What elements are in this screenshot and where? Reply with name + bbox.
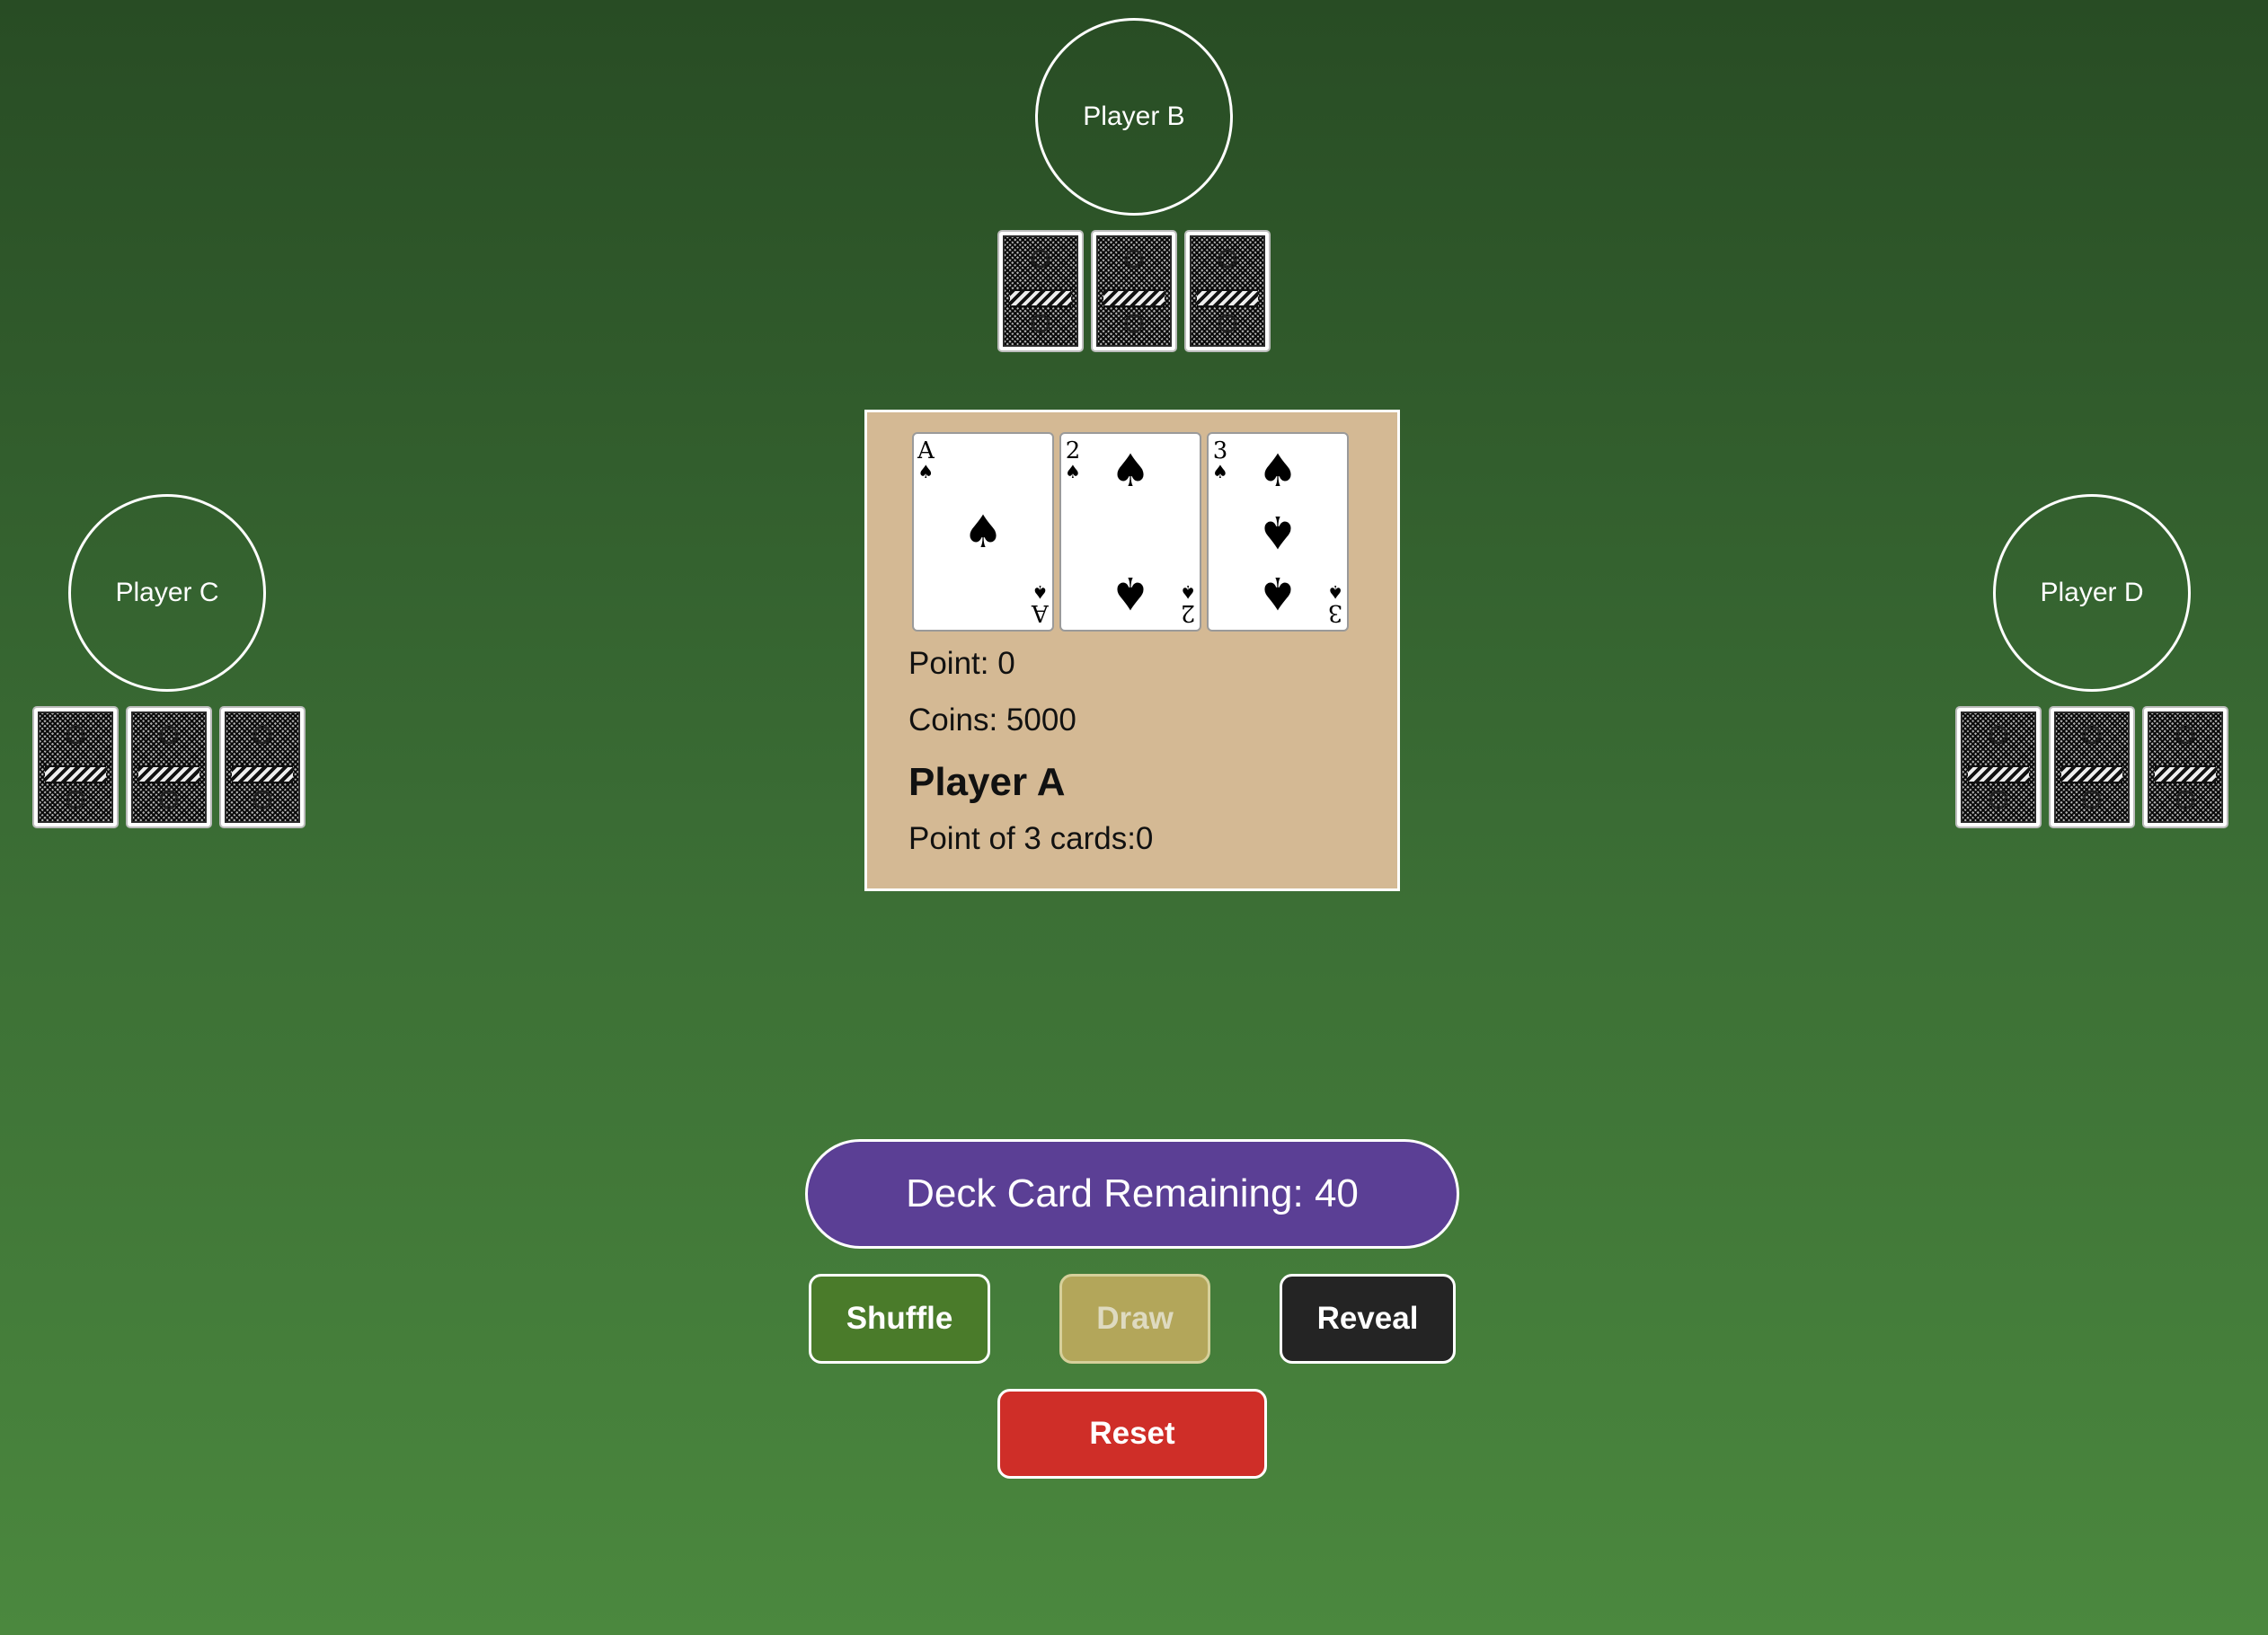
coins-text: Coins: 5000	[908, 703, 1076, 738]
card-back	[2049, 706, 2135, 828]
card-corner: A ♠	[917, 437, 935, 482]
point-text: Point: 0	[908, 646, 1015, 681]
card-back	[219, 706, 306, 828]
player-a-panel: A ♠ ♠ A ♠ 2 ♠ ♠ ♠ 2 ♠ 3 ♠ ♠ ♠ ♠ 3 ♠ Poin…	[864, 410, 1400, 891]
spade-icon: ♠	[917, 461, 935, 482]
playing-card[interactable]: 3 ♠ ♠ ♠ ♠ 3 ♠	[1207, 432, 1349, 632]
card-back	[2142, 706, 2228, 828]
draw-button[interactable]: Draw	[1059, 1274, 1210, 1364]
player-b-avatar: Player B	[1035, 18, 1233, 216]
player-d-avatar: Player D	[1993, 494, 2191, 692]
deck-remaining-text: Deck Card Remaining: 40	[906, 1171, 1359, 1215]
spade-icon: ♠	[1180, 581, 1196, 603]
player-c-name: Player C	[115, 578, 219, 607]
card-corner: 2 ♠	[1180, 581, 1196, 626]
card-back	[1091, 230, 1177, 352]
card-corner: 3 ♠	[1212, 437, 1228, 482]
player-b-hand	[997, 230, 1271, 352]
spade-icon: ♠	[962, 506, 1004, 558]
playing-card[interactable]: A ♠ ♠ A ♠	[912, 432, 1054, 632]
spade-icon: ♠	[1212, 461, 1228, 482]
playing-card[interactable]: 2 ♠ ♠ ♠ 2 ♠	[1059, 432, 1201, 632]
spade-icon: ♠	[1327, 581, 1343, 603]
spade-icon: ♠	[1257, 566, 1298, 619]
shuffle-button[interactable]: Shuffle	[809, 1274, 990, 1364]
card-corner: 2 ♠	[1065, 437, 1081, 482]
card-back	[1955, 706, 2042, 828]
card-back	[32, 706, 119, 828]
reset-button[interactable]: Reset	[997, 1389, 1267, 1479]
player-a-hand: A ♠ ♠ A ♠ 2 ♠ ♠ ♠ 2 ♠ 3 ♠ ♠ ♠ ♠ 3 ♠	[912, 432, 1349, 632]
spade-icon: ♠	[1257, 506, 1298, 558]
reveal-button[interactable]: Reveal	[1280, 1274, 1456, 1364]
spade-icon: ♠	[1110, 566, 1151, 619]
player-c-avatar: Player C	[68, 494, 266, 692]
spade-icon: ♠	[1032, 581, 1049, 603]
player-c-hand	[32, 706, 306, 828]
card-back	[126, 706, 212, 828]
card-back	[997, 230, 1084, 352]
player-a-name: Player A	[908, 760, 1066, 804]
card-corner: 3 ♠	[1327, 581, 1343, 626]
three-card-point-text: Point of 3 cards:0	[908, 821, 1154, 856]
card-back	[1184, 230, 1271, 352]
deck-remaining-badge: Deck Card Remaining: 40	[805, 1139, 1459, 1249]
player-d-name: Player D	[2040, 578, 2144, 607]
spade-icon: ♠	[1110, 445, 1151, 498]
player-d-hand	[1955, 706, 2228, 828]
card-corner: A ♠	[1032, 581, 1049, 626]
player-b-name: Player B	[1083, 102, 1185, 131]
spade-icon: ♠	[1257, 445, 1298, 498]
spade-icon: ♠	[1065, 461, 1081, 482]
